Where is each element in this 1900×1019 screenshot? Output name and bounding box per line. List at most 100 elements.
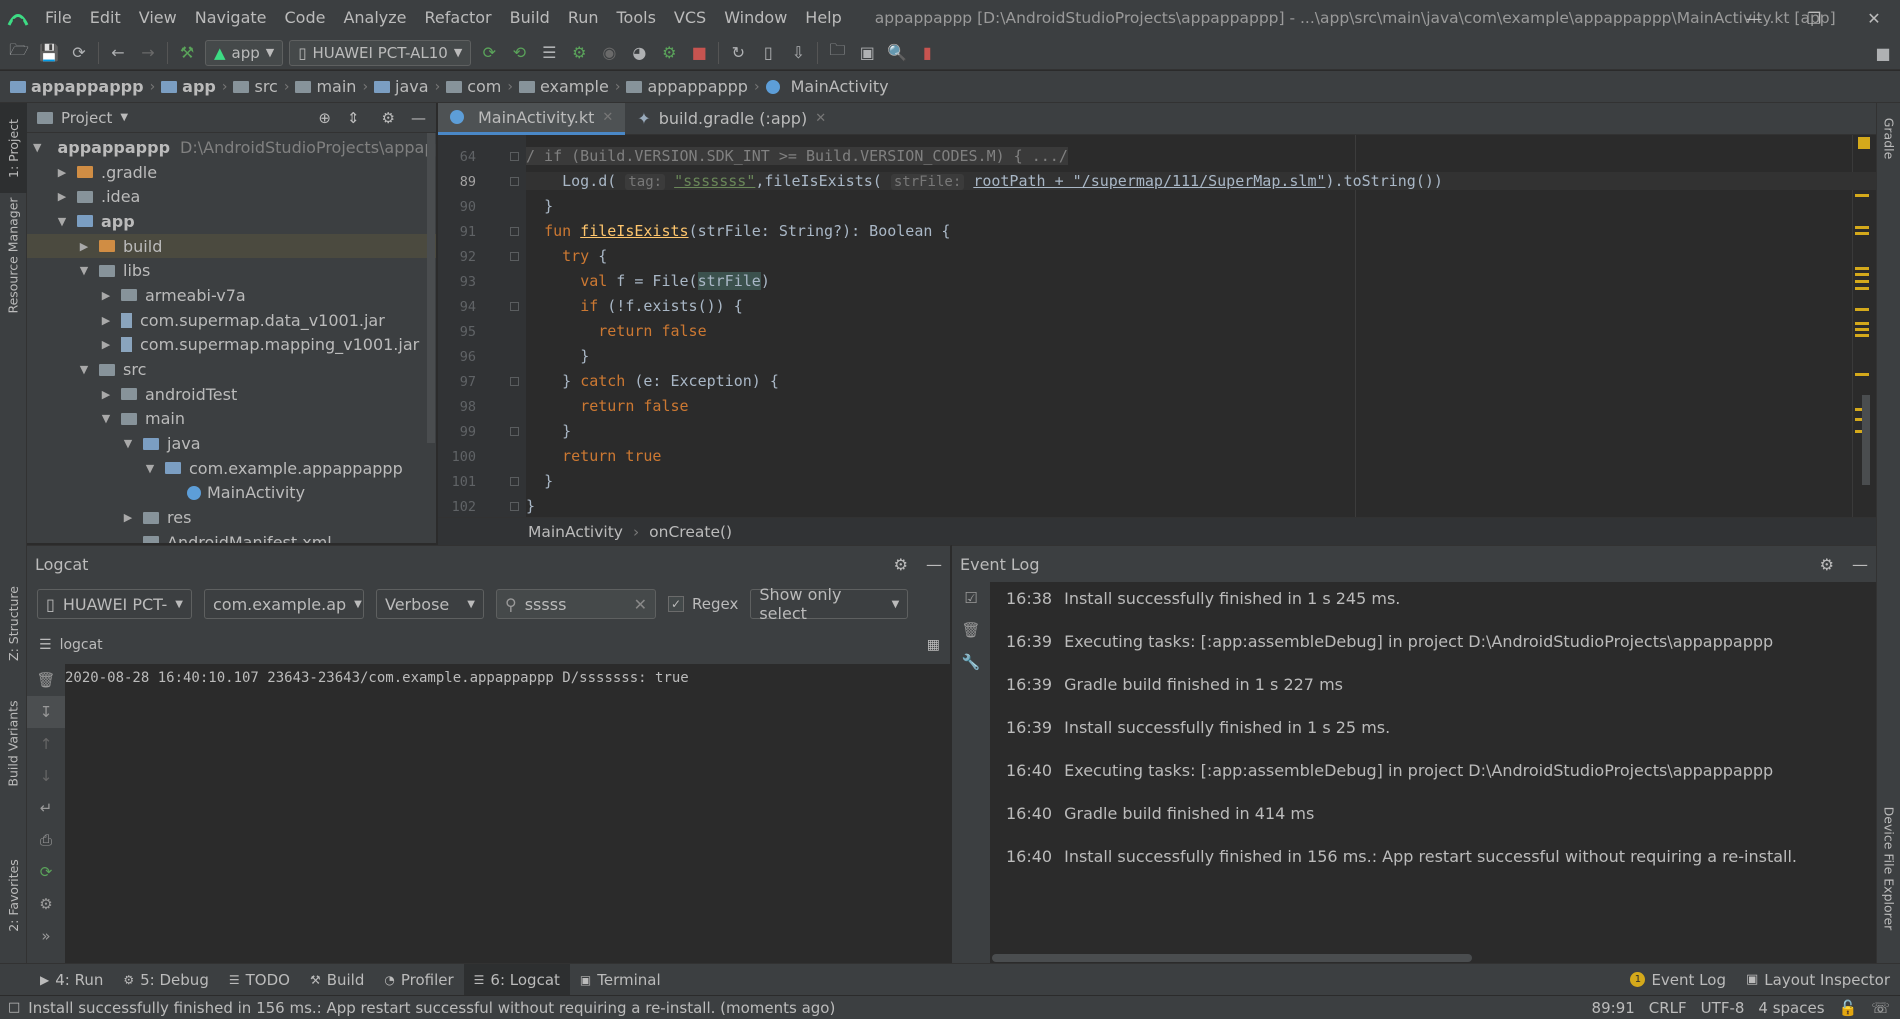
project-structure-icon[interactable]: 🗀: [822, 38, 852, 68]
file-encoding[interactable]: UTF-8: [1701, 999, 1745, 1017]
sync-icon[interactable]: ⟳: [64, 38, 94, 68]
sdk-manager-icon[interactable]: ⇩: [783, 38, 813, 68]
tree-item[interactable]: ▶ androidTest: [27, 382, 436, 407]
tab-logcat[interactable]: ☰ 6: Logcat: [463, 963, 570, 996]
code-line[interactable]: }: [526, 347, 589, 365]
hide-icon[interactable]: —: [926, 555, 942, 574]
hide-icon[interactable]: —: [1852, 555, 1868, 574]
tree-item[interactable]: ▼ libs: [27, 258, 436, 283]
chevron-down-icon[interactable]: ▼: [143, 462, 157, 475]
event-log-entry[interactable]: 16:40 Gradle build finished in 414 ms: [1006, 804, 1314, 823]
menu-help[interactable]: Help: [796, 0, 850, 36]
tab-profiler[interactable]: ◔ Profiler: [374, 964, 463, 996]
breadcrumb-method[interactable]: onCreate(): [649, 523, 732, 541]
fold-marker-icon[interactable]: [510, 227, 519, 236]
code-line[interactable]: }: [526, 422, 571, 440]
tree-item[interactable]: ▶ com.supermap.data_v1001.jar: [27, 308, 436, 333]
chevron-right-icon[interactable]: ▶: [99, 314, 113, 327]
status-message[interactable]: Install successfully finished in 156 ms.…: [28, 999, 835, 1017]
tree-item[interactable]: ▶ build: [27, 233, 436, 259]
code-line[interactable]: val f = File(strFile): [526, 272, 770, 290]
profile-icon[interactable]: ◕: [624, 38, 654, 68]
down-arrow-icon[interactable]: ↓: [27, 760, 65, 792]
breadcrumb-item[interactable]: appappappp: [10, 77, 144, 96]
trash-icon[interactable]: 🗑: [952, 614, 990, 646]
collapse-all-icon[interactable]: ⇕: [347, 109, 360, 127]
chevron-right-icon[interactable]: ▶: [55, 166, 69, 179]
gear-icon[interactable]: ⚙: [27, 888, 65, 920]
line-separator[interactable]: CRLF: [1649, 999, 1687, 1017]
avd-manager-icon[interactable]: ▯: [753, 38, 783, 68]
locate-icon[interactable]: ⊕: [318, 109, 331, 127]
chevron-down-icon[interactable]: ▼: [33, 141, 41, 154]
tree-item[interactable]: AndroidManifest.xml: [27, 530, 436, 543]
tab-debug[interactable]: ⚙ 5: Debug: [113, 964, 218, 996]
chevron-right-icon[interactable]: ▶: [121, 511, 135, 524]
run-tests-icon[interactable]: ☰: [534, 38, 564, 68]
tree-item[interactable]: ▼ src: [27, 357, 436, 382]
user-avatar-icon[interactable]: ■: [1868, 38, 1898, 68]
trash-icon[interactable]: 🗑: [27, 664, 65, 696]
chevron-right-icon[interactable]: ▶: [99, 289, 113, 302]
layout-icon[interactable]: ▦: [927, 637, 940, 653]
log-line[interactable]: 2020-08-28 16:40:10.107 23643-23643/com.…: [65, 670, 689, 686]
print-icon[interactable]: ⎙: [27, 824, 65, 856]
tab-resource-manager[interactable]: Resource Manager: [0, 195, 27, 315]
menu-edit[interactable]: Edit: [81, 0, 130, 36]
device-manager-icon[interactable]: ▮: [912, 38, 942, 68]
event-log-entry[interactable]: 16:39 Executing tasks: [:app:assembleDebu…: [1006, 632, 1773, 651]
code-line[interactable]: / if (Build.VERSION.SDK_INT >= Build.VER…: [526, 147, 1068, 165]
restore-icon[interactable]: ❐: [1790, 0, 1838, 36]
layout-inspector-icon[interactable]: ▣: [852, 38, 882, 68]
run-config-select[interactable]: ▲ app ▼: [205, 39, 284, 66]
breadcrumb-item[interactable]: java: [374, 77, 429, 96]
event-log-entry[interactable]: 16:40 Install successfully finished in 15…: [1006, 847, 1797, 866]
apply-changes-restart-icon[interactable]: ⟳: [474, 38, 504, 68]
tab-device-file-explorer[interactable]: Device File Explorer: [1877, 793, 1900, 943]
close-icon[interactable]: ✕: [815, 111, 826, 126]
event-log-entry[interactable]: 16:39 Install successfully finished in 1 …: [1006, 718, 1390, 737]
chevron-right-icon[interactable]: ▶: [99, 388, 113, 401]
event-log-entry[interactable]: 16:39 Gradle build finished in 1 s 227 ms: [1006, 675, 1343, 694]
breadcrumb-item[interactable]: src: [233, 77, 278, 96]
menu-vcs[interactable]: VCS: [665, 0, 715, 36]
log-level-select[interactable]: Verbose ▼: [376, 589, 484, 619]
breadcrumb-item[interactable]: app: [161, 77, 216, 96]
minimize-icon[interactable]: —: [1730, 0, 1778, 36]
tree-item[interactable]: MainActivity: [27, 481, 436, 506]
code-line[interactable]: }: [526, 197, 553, 215]
package-select[interactable]: com.example.ap ▼: [204, 589, 364, 619]
search-input[interactable]: ⚲ sssss ✕: [496, 589, 656, 619]
chevron-right-icon[interactable]: ▶: [77, 240, 91, 253]
breadcrumb-item[interactable]: example: [518, 77, 609, 96]
tab-run[interactable]: ▶ 4: Run: [30, 964, 113, 996]
tree-item[interactable]: ▶ com.supermap.mapping_v1001.jar: [27, 333, 436, 358]
breadcrumb-item[interactable]: MainActivity: [765, 77, 889, 96]
filter-select[interactable]: Show only select ▼: [750, 585, 909, 623]
chevron-down-icon[interactable]: ▼: [99, 412, 113, 425]
menu-navigate[interactable]: Navigate: [186, 0, 276, 36]
restart-icon[interactable]: ⟳: [27, 856, 65, 888]
stop-icon[interactable]: ■: [684, 38, 714, 68]
caret-position[interactable]: 89:91: [1592, 999, 1635, 1017]
device-select[interactable]: ▯ HUAWEI PCT-AL10 ▼: [289, 39, 472, 66]
more-icon[interactable]: »: [27, 920, 65, 952]
menu-code[interactable]: Code: [276, 0, 335, 36]
tree-item[interactable]: ▶ .idea: [27, 184, 436, 209]
indent-setting[interactable]: 4 spaces: [1758, 999, 1824, 1017]
tab-build-gradle[interactable]: ✦ build.gradle (:app) ✕: [625, 103, 838, 135]
up-arrow-icon[interactable]: ↑: [27, 728, 65, 760]
menu-window[interactable]: Window: [715, 0, 796, 36]
tree-item[interactable]: ▶ .gradle: [27, 160, 436, 185]
device-select[interactable]: ▯ HUAWEI PCT- ▼: [37, 589, 192, 619]
back-arrow-icon[interactable]: ←: [103, 38, 133, 68]
tree-item[interactable]: ▼ app: [27, 209, 436, 234]
code-line[interactable]: }: [526, 472, 553, 490]
tab-project[interactable]: 1: Project: [0, 103, 27, 193]
status-icon[interactable]: □: [8, 1000, 20, 1015]
fold-marker-icon[interactable]: [510, 252, 519, 261]
code-line[interactable]: try {: [526, 247, 607, 265]
mark-read-icon[interactable]: ☑: [952, 582, 990, 614]
scrollbar[interactable]: [427, 133, 435, 443]
open-folder-icon[interactable]: 🗁: [4, 38, 34, 68]
